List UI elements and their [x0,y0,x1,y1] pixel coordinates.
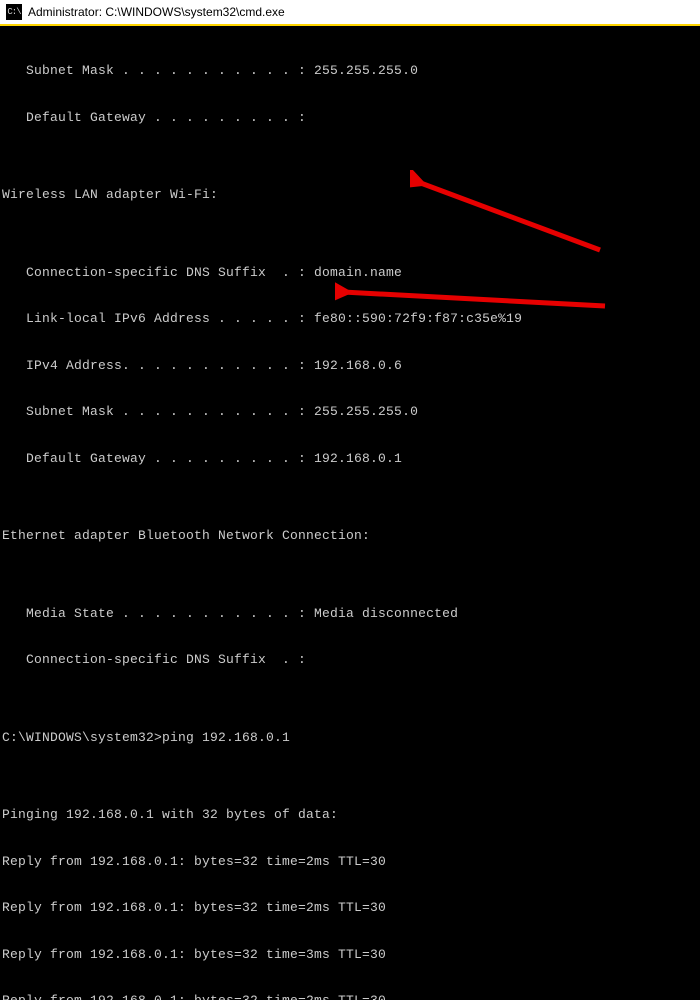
output-line: Connection-specific DNS Suffix . : [2,652,698,668]
output-line: Pinging 192.168.0.1 with 32 bytes of dat… [2,807,698,823]
output-line: Default Gateway . . . . . . . . . : [2,110,698,126]
output-line: Wireless LAN adapter Wi-Fi: [2,187,698,203]
output-line: Link-local IPv6 Address . . . . . : fe80… [2,311,698,327]
titlebar[interactable]: C:\ Administrator: C:\WINDOWS\system32\c… [0,0,700,26]
output-line: Default Gateway . . . . . . . . . : 192.… [2,451,698,467]
cmd-icon: C:\ [6,4,22,20]
output-line: Media State . . . . . . . . . . . : Medi… [2,606,698,622]
output-line: C:\WINDOWS\system32>ping 192.168.0.1 [2,730,698,746]
output-line: Ethernet adapter Bluetooth Network Conne… [2,528,698,544]
output-line: IPv4 Address. . . . . . . . . . . : 192.… [2,358,698,374]
output-line: Subnet Mask . . . . . . . . . . . : 255.… [2,63,698,79]
output-line: Connection-specific DNS Suffix . : domai… [2,265,698,281]
output-line: Reply from 192.168.0.1: bytes=32 time=2m… [2,993,698,1000]
output-line: Reply from 192.168.0.1: bytes=32 time=2m… [2,900,698,916]
terminal-output[interactable]: Subnet Mask . . . . . . . . . . . : 255.… [0,26,700,1000]
output-line: Subnet Mask . . . . . . . . . . . : 255.… [2,404,698,420]
output-line: Reply from 192.168.0.1: bytes=32 time=3m… [2,947,698,963]
output-line: Reply from 192.168.0.1: bytes=32 time=2m… [2,854,698,870]
window-title: Administrator: C:\WINDOWS\system32\cmd.e… [28,5,285,19]
